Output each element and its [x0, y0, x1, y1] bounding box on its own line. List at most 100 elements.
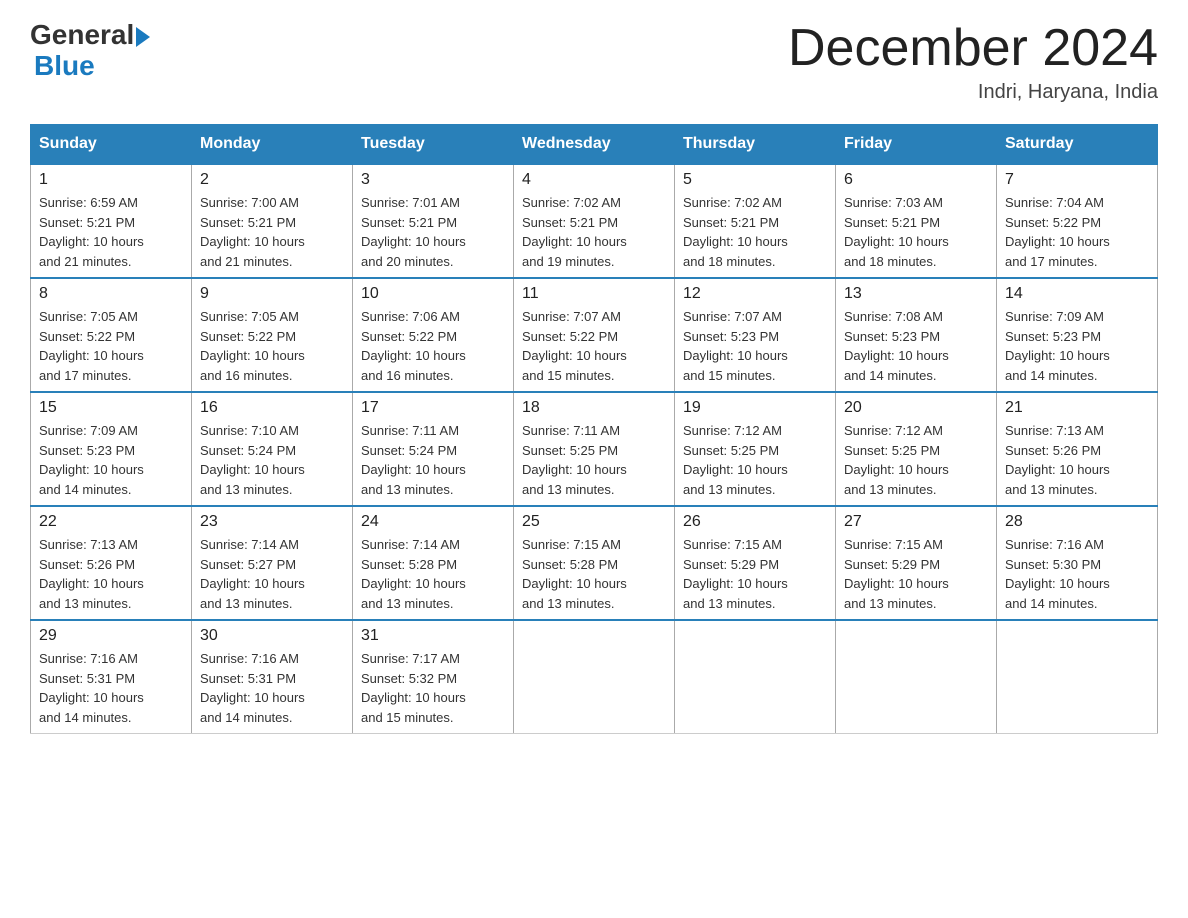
page-header: General Blue December 2024 Indri, Haryan…: [30, 20, 1158, 104]
calendar-cell: 29 Sunrise: 7:16 AM Sunset: 5:31 PM Dayl…: [31, 620, 192, 734]
calendar-cell: 23 Sunrise: 7:14 AM Sunset: 5:27 PM Dayl…: [192, 506, 353, 620]
day-info: Sunrise: 7:00 AM Sunset: 5:21 PM Dayligh…: [200, 193, 344, 271]
day-number: 17: [361, 399, 505, 417]
weekday-header-row: SundayMondayTuesdayWednesdayThursdayFrid…: [31, 125, 1158, 165]
day-number: 31: [361, 627, 505, 645]
day-info: Sunrise: 6:59 AM Sunset: 5:21 PM Dayligh…: [39, 193, 183, 271]
day-info: Sunrise: 7:16 AM Sunset: 5:30 PM Dayligh…: [1005, 535, 1149, 613]
day-info: Sunrise: 7:02 AM Sunset: 5:21 PM Dayligh…: [522, 193, 666, 271]
weekday-header-wednesday: Wednesday: [514, 125, 675, 165]
day-number: 18: [522, 399, 666, 417]
calendar-cell: [836, 620, 997, 734]
calendar-cell: 8 Sunrise: 7:05 AM Sunset: 5:22 PM Dayli…: [31, 278, 192, 392]
day-info: Sunrise: 7:07 AM Sunset: 5:23 PM Dayligh…: [683, 307, 827, 385]
day-info: Sunrise: 7:07 AM Sunset: 5:22 PM Dayligh…: [522, 307, 666, 385]
day-info: Sunrise: 7:13 AM Sunset: 5:26 PM Dayligh…: [1005, 421, 1149, 499]
day-number: 8: [39, 285, 183, 303]
day-info: Sunrise: 7:05 AM Sunset: 5:22 PM Dayligh…: [39, 307, 183, 385]
day-number: 6: [844, 171, 988, 189]
calendar-cell: 4 Sunrise: 7:02 AM Sunset: 5:21 PM Dayli…: [514, 164, 675, 278]
day-number: 21: [1005, 399, 1149, 417]
logo-arrow-icon: [136, 27, 150, 47]
day-info: Sunrise: 7:14 AM Sunset: 5:27 PM Dayligh…: [200, 535, 344, 613]
day-info: Sunrise: 7:13 AM Sunset: 5:26 PM Dayligh…: [39, 535, 183, 613]
calendar-week-row: 1 Sunrise: 6:59 AM Sunset: 5:21 PM Dayli…: [31, 164, 1158, 278]
calendar-cell: 20 Sunrise: 7:12 AM Sunset: 5:25 PM Dayl…: [836, 392, 997, 506]
calendar-body: 1 Sunrise: 6:59 AM Sunset: 5:21 PM Dayli…: [31, 164, 1158, 734]
day-info: Sunrise: 7:05 AM Sunset: 5:22 PM Dayligh…: [200, 307, 344, 385]
calendar-week-row: 15 Sunrise: 7:09 AM Sunset: 5:23 PM Dayl…: [31, 392, 1158, 506]
day-number: 13: [844, 285, 988, 303]
day-number: 11: [522, 285, 666, 303]
calendar-cell: 27 Sunrise: 7:15 AM Sunset: 5:29 PM Dayl…: [836, 506, 997, 620]
day-number: 14: [1005, 285, 1149, 303]
day-info: Sunrise: 7:15 AM Sunset: 5:29 PM Dayligh…: [683, 535, 827, 613]
day-number: 9: [200, 285, 344, 303]
day-number: 15: [39, 399, 183, 417]
calendar-cell: 2 Sunrise: 7:00 AM Sunset: 5:21 PM Dayli…: [192, 164, 353, 278]
day-info: Sunrise: 7:10 AM Sunset: 5:24 PM Dayligh…: [200, 421, 344, 499]
calendar-cell: 1 Sunrise: 6:59 AM Sunset: 5:21 PM Dayli…: [31, 164, 192, 278]
day-info: Sunrise: 7:16 AM Sunset: 5:31 PM Dayligh…: [39, 649, 183, 727]
calendar-cell: [675, 620, 836, 734]
title-area: December 2024 Indri, Haryana, India: [788, 20, 1158, 104]
day-info: Sunrise: 7:11 AM Sunset: 5:24 PM Dayligh…: [361, 421, 505, 499]
calendar-week-row: 29 Sunrise: 7:16 AM Sunset: 5:31 PM Dayl…: [31, 620, 1158, 734]
day-info: Sunrise: 7:04 AM Sunset: 5:22 PM Dayligh…: [1005, 193, 1149, 271]
weekday-header-saturday: Saturday: [997, 125, 1158, 165]
calendar-cell: 10 Sunrise: 7:06 AM Sunset: 5:22 PM Dayl…: [353, 278, 514, 392]
day-number: 20: [844, 399, 988, 417]
day-info: Sunrise: 7:03 AM Sunset: 5:21 PM Dayligh…: [844, 193, 988, 271]
day-info: Sunrise: 7:09 AM Sunset: 5:23 PM Dayligh…: [1005, 307, 1149, 385]
calendar-cell: 26 Sunrise: 7:15 AM Sunset: 5:29 PM Dayl…: [675, 506, 836, 620]
day-info: Sunrise: 7:08 AM Sunset: 5:23 PM Dayligh…: [844, 307, 988, 385]
calendar-cell: 9 Sunrise: 7:05 AM Sunset: 5:22 PM Dayli…: [192, 278, 353, 392]
calendar-cell: 18 Sunrise: 7:11 AM Sunset: 5:25 PM Dayl…: [514, 392, 675, 506]
calendar-cell: 28 Sunrise: 7:16 AM Sunset: 5:30 PM Dayl…: [997, 506, 1158, 620]
day-number: 23: [200, 513, 344, 531]
calendar-cell: 22 Sunrise: 7:13 AM Sunset: 5:26 PM Dayl…: [31, 506, 192, 620]
day-number: 1: [39, 171, 183, 189]
logo: General Blue: [30, 20, 150, 82]
day-number: 28: [1005, 513, 1149, 531]
day-info: Sunrise: 7:15 AM Sunset: 5:29 PM Dayligh…: [844, 535, 988, 613]
weekday-header-thursday: Thursday: [675, 125, 836, 165]
calendar-cell: 19 Sunrise: 7:12 AM Sunset: 5:25 PM Dayl…: [675, 392, 836, 506]
day-number: 19: [683, 399, 827, 417]
calendar-cell: 15 Sunrise: 7:09 AM Sunset: 5:23 PM Dayl…: [31, 392, 192, 506]
day-info: Sunrise: 7:15 AM Sunset: 5:28 PM Dayligh…: [522, 535, 666, 613]
calendar-header: SundayMondayTuesdayWednesdayThursdayFrid…: [31, 125, 1158, 165]
day-number: 16: [200, 399, 344, 417]
weekday-header-sunday: Sunday: [31, 125, 192, 165]
calendar-week-row: 8 Sunrise: 7:05 AM Sunset: 5:22 PM Dayli…: [31, 278, 1158, 392]
calendar-cell: 30 Sunrise: 7:16 AM Sunset: 5:31 PM Dayl…: [192, 620, 353, 734]
day-info: Sunrise: 7:16 AM Sunset: 5:31 PM Dayligh…: [200, 649, 344, 727]
day-number: 26: [683, 513, 827, 531]
calendar-cell: 13 Sunrise: 7:08 AM Sunset: 5:23 PM Dayl…: [836, 278, 997, 392]
day-info: Sunrise: 7:17 AM Sunset: 5:32 PM Dayligh…: [361, 649, 505, 727]
calendar-table: SundayMondayTuesdayWednesdayThursdayFrid…: [30, 124, 1158, 734]
logo-blue-text: Blue: [34, 50, 95, 81]
calendar-cell: 14 Sunrise: 7:09 AM Sunset: 5:23 PM Dayl…: [997, 278, 1158, 392]
month-title: December 2024: [788, 20, 1158, 77]
day-info: Sunrise: 7:14 AM Sunset: 5:28 PM Dayligh…: [361, 535, 505, 613]
calendar-cell: 25 Sunrise: 7:15 AM Sunset: 5:28 PM Dayl…: [514, 506, 675, 620]
calendar-cell: 5 Sunrise: 7:02 AM Sunset: 5:21 PM Dayli…: [675, 164, 836, 278]
day-number: 29: [39, 627, 183, 645]
logo-general-text: General: [30, 20, 134, 51]
day-number: 25: [522, 513, 666, 531]
weekday-header-tuesday: Tuesday: [353, 125, 514, 165]
day-info: Sunrise: 7:02 AM Sunset: 5:21 PM Dayligh…: [683, 193, 827, 271]
calendar-week-row: 22 Sunrise: 7:13 AM Sunset: 5:26 PM Dayl…: [31, 506, 1158, 620]
day-number: 12: [683, 285, 827, 303]
location-title: Indri, Haryana, India: [788, 81, 1158, 104]
day-number: 27: [844, 513, 988, 531]
calendar-cell: 17 Sunrise: 7:11 AM Sunset: 5:24 PM Dayl…: [353, 392, 514, 506]
calendar-cell: 24 Sunrise: 7:14 AM Sunset: 5:28 PM Dayl…: [353, 506, 514, 620]
day-info: Sunrise: 7:09 AM Sunset: 5:23 PM Dayligh…: [39, 421, 183, 499]
day-number: 24: [361, 513, 505, 531]
calendar-cell: 12 Sunrise: 7:07 AM Sunset: 5:23 PM Dayl…: [675, 278, 836, 392]
day-number: 22: [39, 513, 183, 531]
weekday-header-monday: Monday: [192, 125, 353, 165]
weekday-header-friday: Friday: [836, 125, 997, 165]
